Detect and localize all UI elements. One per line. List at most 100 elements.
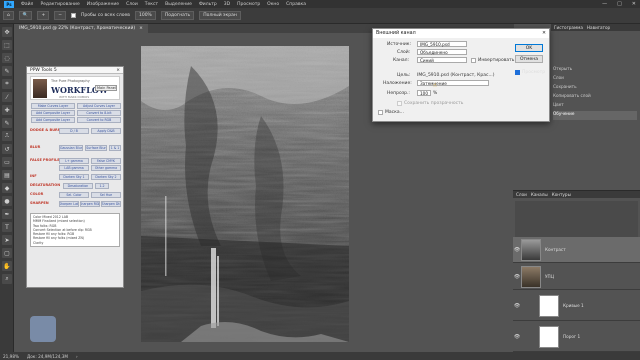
dodge-icon[interactable]: ●	[2, 196, 12, 206]
panel-mode-select[interactable]: Main Panel	[95, 85, 117, 91]
menu-file[interactable]: Файл	[21, 2, 33, 7]
history-brush-icon[interactable]: ↺	[2, 144, 12, 154]
crop-icon[interactable]: ⌗	[2, 79, 12, 89]
layer-row[interactable]: 👁 Кривые 1	[513, 291, 640, 321]
healing-icon[interactable]: ✚	[2, 105, 12, 115]
dialog-close-icon[interactable]: ✕	[542, 31, 546, 36]
history-item[interactable]: Слои	[553, 75, 637, 84]
history-item[interactable]: Сохранить	[553, 84, 637, 93]
opacity-input[interactable]: 100	[417, 90, 431, 96]
ppw-button[interactable]: Gaussian Blur	[59, 145, 83, 151]
maximize-button[interactable]: □	[617, 1, 622, 7]
tab-paths[interactable]: Контуры	[552, 192, 571, 197]
ppw-button[interactable]: Apply D&B	[91, 128, 121, 134]
ppw-button[interactable]: Darken Sky 2	[91, 174, 121, 180]
fit-screen-button[interactable]: Подогнать	[160, 11, 195, 20]
tab-histogram[interactable]: Гистограмма	[554, 25, 583, 30]
menu-help[interactable]: Справка	[286, 2, 306, 7]
history-item[interactable]: Копировать слой	[553, 93, 637, 102]
shape-icon[interactable]: ▢	[2, 248, 12, 258]
visibility-eye-icon[interactable]: 👁	[513, 334, 521, 340]
brush-icon[interactable]: ✎	[2, 118, 12, 128]
menu-image[interactable]: Изображение	[87, 2, 119, 7]
ppw-button[interactable]: Convert to 8-bit	[77, 110, 121, 116]
ok-button[interactable]: OK	[515, 44, 543, 52]
tab-close-icon[interactable]: ×	[139, 26, 143, 31]
menu-3d[interactable]: 3D	[224, 2, 230, 7]
channel-select[interactable]: Синий	[417, 57, 467, 63]
mask-checkbox[interactable]	[378, 110, 383, 115]
ppw-button[interactable]: L+ gamma	[59, 158, 89, 164]
ppw-button[interactable]: Convert to RGB	[77, 117, 121, 123]
menu-window[interactable]: Окно	[267, 2, 279, 7]
ppw-button[interactable]: Sel Hue	[91, 192, 121, 198]
ppw-button[interactable]: Add Composite Layer	[31, 110, 75, 116]
tab-navigator[interactable]: Навигатор	[587, 25, 610, 30]
invert-checkbox[interactable]	[471, 58, 476, 63]
home-icon[interactable]: ⌂	[3, 11, 14, 20]
menu-view[interactable]: Просмотр	[237, 2, 260, 7]
ppw-button[interactable]: Desaturation	[63, 183, 93, 189]
ppw-button[interactable]: D / B	[59, 128, 89, 134]
visibility-eye-icon[interactable]: 👁	[513, 247, 521, 253]
history-item[interactable]: Открыть	[553, 66, 637, 75]
zoom-icon[interactable]: ⌕	[2, 274, 12, 284]
type-icon[interactable]: T	[2, 222, 12, 232]
eraser-icon[interactable]: ▭	[2, 157, 12, 167]
ppw-button[interactable]: 1.2	[95, 183, 109, 189]
ppw-button[interactable]: False CMYK	[91, 158, 121, 164]
menu-filter[interactable]: Фильтр	[199, 2, 217, 7]
zoom-value-field[interactable]: 100%	[134, 11, 156, 20]
preserve-transparency-checkbox[interactable]	[397, 101, 402, 106]
zoom-in-icon[interactable]: +	[37, 11, 50, 20]
ppw-button[interactable]: LAB gamma	[59, 165, 89, 171]
status-arrow-icon[interactable]: ›	[76, 354, 78, 359]
ppw-button[interactable]: Sharpen RGB	[80, 201, 100, 207]
cancel-button[interactable]: Отмена	[515, 55, 543, 63]
pen-icon[interactable]: ✒	[2, 209, 12, 219]
ppw-button[interactable]: Darken Sky 1	[59, 174, 89, 180]
action-log[interactable]: Color Mixed 2012 LAB MMM Finalized (mixe…	[30, 213, 120, 247]
stamp-icon[interactable]: ⎍	[2, 131, 12, 141]
visibility-eye-icon[interactable]: 👁	[513, 274, 521, 280]
layer-row[interactable]: 👁 УПЦ	[513, 264, 640, 290]
document-tab[interactable]: IMG_5910.psd @ 22% (Контраст, Хроматичес…	[14, 24, 148, 33]
quick-select-icon[interactable]: ✎	[2, 66, 12, 76]
zoom-level[interactable]: 21,98%	[3, 354, 19, 359]
gradient-icon[interactable]: ▤	[2, 170, 12, 180]
ppw-button[interactable]: Sel. Color	[59, 192, 89, 198]
source-select[interactable]: IMG_5910.psd	[417, 41, 467, 47]
layer-row[interactable]: 👁 Контраст	[513, 237, 640, 263]
history-item[interactable]: Обучение	[553, 111, 637, 120]
ppw-button[interactable]: Other gamma	[91, 165, 121, 171]
blending-select[interactable]: Затемнение	[417, 80, 489, 86]
sample-all-checkbox[interactable]	[71, 13, 77, 18]
dialog-titlebar[interactable]: Внешний канал ✕	[373, 29, 549, 38]
visibility-eye-icon[interactable]: 👁	[513, 303, 521, 309]
zoom-out-icon[interactable]: −	[54, 11, 67, 20]
preview-checkbox[interactable]	[515, 70, 520, 75]
marquee-icon[interactable]: ⬚	[2, 40, 12, 50]
tab-channels[interactable]: Каналы	[531, 192, 548, 197]
hand-icon[interactable]: ✋	[2, 261, 12, 271]
ppw-titlebar[interactable]: PPW Tools 5 ×	[27, 67, 123, 74]
blur-icon[interactable]: ◆	[2, 183, 12, 193]
ppw-close-icon[interactable]: ×	[116, 68, 120, 73]
zoom-tool-icon[interactable]: 🔍	[18, 11, 33, 20]
lasso-icon[interactable]: ◌	[2, 53, 12, 63]
layer-row[interactable]: 👁 Порог 1	[513, 322, 640, 352]
layer-select[interactable]: Объединено	[417, 49, 467, 55]
eyedropper-icon[interactable]: ⁄	[2, 92, 12, 102]
ppw-button[interactable]: Adjust Curves Layer	[77, 103, 121, 109]
ppw-button[interactable]: Sharpen Lab	[59, 201, 79, 207]
history-item[interactable]: Цвет	[553, 102, 637, 111]
menu-layers[interactable]: Слои	[126, 2, 138, 7]
move-icon[interactable]: ✥	[2, 27, 12, 37]
image-canvas[interactable]	[141, 46, 349, 342]
ppw-button[interactable]: Add Composite Layer	[31, 117, 75, 123]
menu-select[interactable]: Выделение	[165, 2, 192, 7]
menu-type[interactable]: Текст	[145, 2, 158, 7]
full-screen-button[interactable]: Полный экран	[199, 11, 241, 20]
menu-edit[interactable]: Редактирование	[40, 2, 79, 7]
path-select-icon[interactable]: ➤	[2, 235, 12, 245]
